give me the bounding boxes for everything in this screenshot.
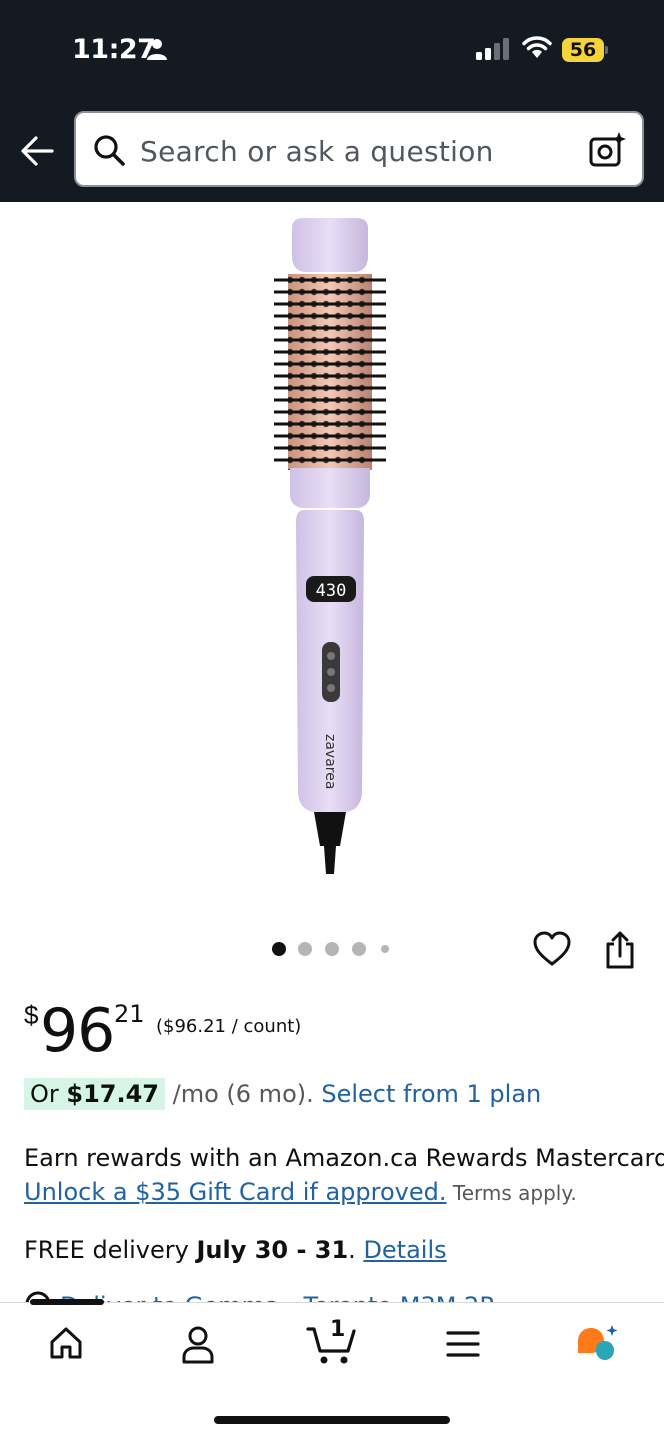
rewards-text: Earn rewards with an Amazon.ca Rewards M… — [24, 1144, 664, 1172]
delivery-sep: . — [348, 1236, 364, 1264]
search-header: Search or ask a question — [0, 100, 664, 202]
delivery-dates: July 30 - 31 — [196, 1236, 349, 1264]
product-image-gallery[interactable]: 430 zavarea — [0, 202, 664, 922]
signal-icon — [476, 38, 509, 60]
status-bar: 11:27 56 — [0, 0, 664, 100]
search-placeholder: Search or ask a question — [140, 135, 494, 168]
camera-lens-icon[interactable] — [588, 131, 628, 171]
battery-indicator: 56 — [562, 38, 604, 62]
rewards-offer: Unlock a $35 Gift Card if approved. Term… — [24, 1178, 577, 1206]
plan-amount: $17.47 — [66, 1080, 160, 1108]
installment-plan: Or $17.47 /mo (6 mo). Select from 1 plan — [24, 1078, 541, 1110]
select-plan-link[interactable]: Select from 1 plan — [321, 1080, 541, 1108]
gift-card-link[interactable]: Unlock a $35 Gift Card if approved. — [24, 1178, 447, 1206]
unit-price: ($96.21 / count) — [156, 1016, 302, 1037]
search-icon — [94, 135, 125, 166]
home-icon[interactable] — [48, 1325, 84, 1361]
account-icon[interactable] — [180, 1325, 216, 1365]
price-whole: 96 — [40, 996, 115, 1066]
share-icon[interactable] — [604, 930, 636, 970]
battery-nub — [605, 46, 608, 54]
plan-badge: Or $17.47 — [24, 1078, 166, 1110]
terms-text: Terms apply. — [446, 1181, 577, 1205]
pagination-dot[interactable] — [298, 942, 312, 956]
pagination-dot-active[interactable] — [272, 942, 286, 956]
display-readout: 430 — [316, 581, 347, 601]
svg-text:zavarea: zavarea — [322, 734, 338, 789]
heart-icon[interactable] — [532, 930, 572, 968]
delivery-info: FREE delivery July 30 - 31. Details — [24, 1236, 447, 1264]
price-fraction: 21 — [114, 1000, 145, 1028]
menu-icon[interactable] — [446, 1329, 480, 1359]
back-arrow-icon[interactable] — [18, 132, 56, 170]
rufus-assistant-icon[interactable] — [574, 1323, 620, 1363]
person-icon — [147, 39, 167, 60]
product-image[interactable]: 430 zavarea — [260, 214, 400, 878]
plan-prefix: Or — [30, 1080, 67, 1108]
wifi-icon — [522, 36, 552, 58]
search-input[interactable]: Search or ask a question — [74, 111, 644, 187]
delivery-details-link[interactable]: Details — [363, 1236, 446, 1264]
status-time: 11:27 — [72, 34, 156, 65]
price-currency-symbol: $ — [24, 1000, 39, 1030]
cart-count: 1 — [330, 1317, 346, 1342]
delivery-prefix: FREE delivery — [24, 1236, 197, 1264]
active-tab-indicator — [30, 1299, 104, 1305]
plan-term: /mo (6 mo). — [165, 1080, 322, 1108]
cart-button[interactable]: 1 — [306, 1317, 358, 1367]
pagination-dot[interactable] — [352, 942, 366, 956]
pagination-dot[interactable] — [325, 942, 339, 956]
pagination-dot[interactable] — [381, 945, 389, 953]
home-indicator — [214, 1416, 450, 1424]
